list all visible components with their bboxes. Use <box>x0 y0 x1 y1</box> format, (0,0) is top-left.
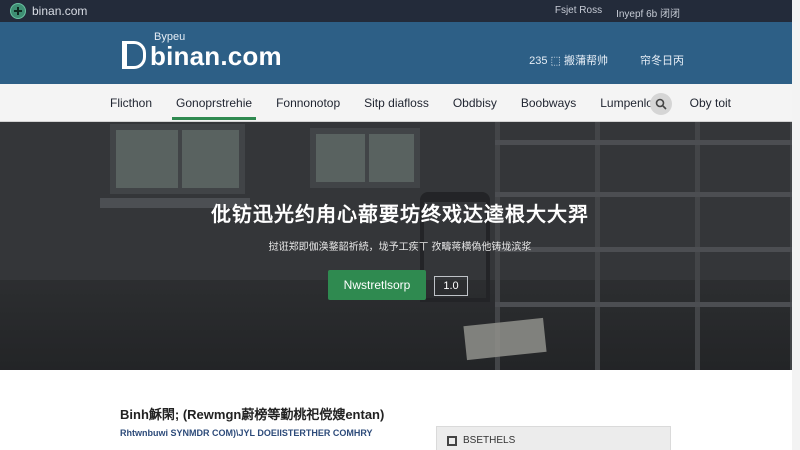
hero-cta-button[interactable]: Nwstretlsorp <box>328 270 426 300</box>
panel-label: BSETHELS <box>463 435 516 446</box>
side-panel: BSETHELS <box>436 426 671 450</box>
nav-item-1[interactable]: Flicthon <box>110 84 152 122</box>
top-link-2[interactable]: Inyepf 6b 闭闭 <box>616 5 680 20</box>
hero-subtitle: 挝诳郑即伽涣鍪韶祈続，垅予工疾ㄒ 孜疇蒋横偽他铸垅滨浆 <box>268 242 532 253</box>
globe-icon <box>10 3 26 19</box>
nav-item-3[interactable]: Fonnonotop <box>276 84 340 122</box>
header-link-1[interactable]: 235 ⬚ 搬蒲帮帅 <box>529 52 608 68</box>
nav-item-2[interactable]: Gonoprstrehie <box>172 84 257 122</box>
logo-b-icon <box>122 41 146 69</box>
page-edge <box>792 0 800 450</box>
section-title: Binh穌閑; (Rewmgn蔚榜等勤桃祀傥嫂entan) <box>120 407 385 422</box>
header-links: 235 ⬚ 搬蒲帮帅 帘冬日丙 <box>529 52 684 68</box>
logo[interactable]: Bypeu binan.com <box>122 32 282 69</box>
nav-item-6[interactable]: Boobways <box>521 84 576 122</box>
content-section: Binh穌閑; (Rewmgn蔚榜等勤桃祀傥嫂entan) Rhtwnbuwi … <box>0 370 800 450</box>
site-header: Bypeu binan.com 235 ⬚ 搬蒲帮帅 帘冬日丙 <box>0 22 800 84</box>
panel-square-icon <box>447 435 457 446</box>
top-link-1[interactable]: Fsjet Ross <box>555 5 602 20</box>
hero-headline: 仳钫迅光约甪心蔀要坊终戏达逵根大大羿 <box>211 204 589 226</box>
hero-banner: 仳钫迅光约甪心蔀要坊终戏达逵根大大羿 挝诳郑即伽涣鍪韶祈続，垅予工疾ㄒ 孜疇蒋横… <box>0 122 800 370</box>
search-icon <box>655 98 667 110</box>
header-link-2[interactable]: 帘冬日丙 <box>640 52 684 68</box>
nav-item-4[interactable]: Sitp diafloss <box>364 84 429 122</box>
version-badge: 1.0 <box>434 276 468 296</box>
site-brand-label: binan.com <box>32 4 88 18</box>
nav-item-8[interactable]: Oby toit <box>690 84 731 122</box>
nav-item-5[interactable]: Obdbisy <box>453 84 497 122</box>
section-caption[interactable]: Rhtwnbuwi SYNMDR COM)\JYL DOEIISTERTHER … <box>120 428 373 438</box>
main-nav: Flicthon Gonoprstrehie Fonnonotop Sitp d… <box>0 84 800 122</box>
search-button[interactable] <box>650 93 672 115</box>
top-links: Fsjet Ross Inyepf 6b 闭闭 <box>555 5 680 20</box>
top-strip: binan.com Fsjet Ross Inyepf 6b 闭闭 <box>0 0 800 22</box>
site-brand[interactable]: binan.com <box>10 3 87 19</box>
logo-text: binan.com <box>150 41 282 71</box>
